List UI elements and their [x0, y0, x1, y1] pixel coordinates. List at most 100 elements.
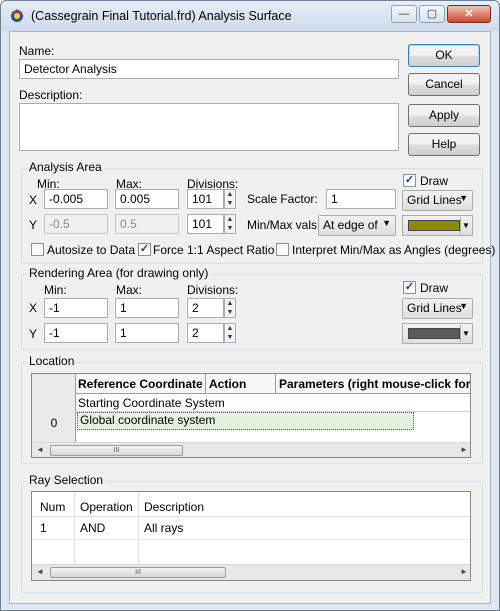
- apply-button[interactable]: Apply: [408, 104, 480, 127]
- window-title: (Cassegrain Final Tutorial.frd) Analysis…: [31, 9, 292, 23]
- rendering-y-divisions[interactable]: 2: [187, 323, 224, 343]
- rendering-grid-select[interactable]: Grid Lines ▼: [402, 298, 473, 319]
- analysis-draw-checkbox[interactable]: ✓: [403, 174, 416, 187]
- rendering-color-picker[interactable]: ▼: [402, 323, 473, 344]
- location-row-global[interactable]: Global coordinate system: [80, 413, 320, 427]
- close-button[interactable]: ✕: [447, 5, 491, 23]
- minmax-vals-select[interactable]: At edge of ▼: [318, 215, 396, 236]
- dialog-client: Name: Detector Analysis Description: OK …: [9, 31, 495, 604]
- rendering-max-label: Max:: [116, 283, 143, 297]
- analysis-x-divisions[interactable]: 101: [187, 189, 224, 209]
- spin-up-icon[interactable]: ▲: [225, 324, 235, 333]
- column-divider: [138, 492, 139, 564]
- ok-button[interactable]: OK: [408, 44, 480, 67]
- analysis-x-max[interactable]: 0.005: [115, 189, 179, 209]
- scroll-left-icon[interactable]: ◄: [34, 445, 46, 454]
- cancel-button[interactable]: Cancel: [408, 73, 480, 96]
- rendering-draw-checkbox[interactable]: ✓: [403, 281, 416, 294]
- name-label: Name:: [19, 44, 55, 58]
- chevron-down-icon: ▼: [459, 301, 468, 311]
- ray-header-description[interactable]: Description: [144, 500, 264, 514]
- rendering-y-spinner[interactable]: ▲ ▼: [224, 323, 236, 343]
- analysis-x-min[interactable]: -0.005: [44, 189, 108, 209]
- analysis-area-title: Analysis Area: [27, 160, 104, 174]
- minmax-vals-value: At edge of: [323, 218, 378, 232]
- minimize-button[interactable]: —: [391, 5, 417, 23]
- spin-down-icon[interactable]: ▼: [225, 224, 235, 233]
- description-field[interactable]: [19, 103, 399, 151]
- scroll-left-icon[interactable]: ◄: [34, 567, 46, 576]
- rendering-x-min[interactable]: -1: [44, 298, 108, 318]
- spin-up-icon[interactable]: ▲: [225, 299, 235, 308]
- chevron-down-icon: ▼: [382, 218, 391, 228]
- chevron-down-icon: ▼: [460, 217, 471, 234]
- ray-header-operation[interactable]: Operation: [80, 500, 140, 514]
- location-corner-cell: [32, 374, 76, 394]
- spin-up-icon[interactable]: ▲: [225, 215, 235, 224]
- analysis-y-min: -0.5: [44, 214, 108, 234]
- chevron-down-icon: ▼: [459, 193, 468, 203]
- ray-hscrollbar[interactable]: ◄ III ►: [32, 564, 470, 580]
- description-label: Description:: [19, 88, 83, 102]
- rendering-x-max[interactable]: 1: [115, 298, 179, 318]
- scale-factor-field[interactable]: 1: [326, 189, 396, 209]
- autosize-label: Autosize to Data: [47, 243, 136, 257]
- rendering-x-divisions[interactable]: 2: [187, 298, 224, 318]
- help-button[interactable]: Help: [408, 133, 480, 156]
- analysis-x-axis-label: X: [29, 193, 38, 207]
- spin-down-icon[interactable]: ▼: [225, 308, 235, 317]
- spin-up-icon[interactable]: ▲: [225, 190, 235, 199]
- rendering-y-max[interactable]: 1: [115, 323, 179, 343]
- location-header-parameters[interactable]: Parameters (right mouse-click for: [279, 377, 470, 391]
- interpret-angles-label: Interpret Min/Max as Angles (degrees): [292, 243, 496, 257]
- location-row-starting[interactable]: Starting Coordinate System: [78, 396, 318, 410]
- scroll-thumb[interactable]: III: [50, 567, 226, 578]
- location-header-reference[interactable]: Reference Coordinate: [78, 377, 206, 391]
- scroll-right-icon[interactable]: ►: [458, 445, 470, 454]
- minmax-vals-label: Min/Max vals:: [247, 218, 321, 232]
- app-icon: [10, 8, 24, 22]
- autosize-checkbox[interactable]: [31, 243, 44, 256]
- interpret-angles-checkbox[interactable]: [276, 243, 289, 256]
- analysis-draw-label: Draw: [420, 174, 449, 188]
- location-grid[interactable]: Reference Coordinate Action Parameters (…: [31, 373, 471, 458]
- ray-selection-title: Ray Selection: [27, 473, 106, 487]
- ray-selection-grid[interactable]: Num Operation Description 1 AND All rays…: [31, 491, 471, 581]
- maximize-button[interactable]: ▢: [419, 5, 445, 23]
- rendering-y-axis-label: Y: [29, 327, 38, 341]
- analysis-grid-select[interactable]: Grid Lines ▼: [402, 190, 473, 211]
- analysis-y-max: 0.5: [115, 214, 179, 234]
- location-hscrollbar[interactable]: ◄ III ►: [32, 442, 470, 457]
- analysis-y-divisions[interactable]: 101: [187, 214, 224, 234]
- rendering-grid-value: Grid Lines: [407, 301, 462, 315]
- ray-row-description[interactable]: All rays: [144, 521, 344, 535]
- column-divider: [205, 374, 206, 394]
- rendering-color-swatch: [408, 328, 460, 339]
- rendering-x-axis-label: X: [29, 301, 38, 315]
- ray-row-operation[interactable]: AND: [80, 521, 136, 535]
- force-aspect-label: Force 1:1 Aspect Ratio: [153, 243, 275, 257]
- analysis-y-spinner[interactable]: ▲ ▼: [224, 214, 236, 234]
- title-bar[interactable]: (Cassegrain Final Tutorial.frd) Analysis…: [1, 1, 499, 31]
- spin-down-icon[interactable]: ▼: [225, 333, 235, 342]
- location-row-number: 0: [50, 416, 58, 430]
- analysis-color-swatch: [408, 220, 460, 231]
- spin-down-icon[interactable]: ▼: [225, 199, 235, 208]
- rendering-y-min[interactable]: -1: [44, 323, 108, 343]
- location-title: Location: [27, 354, 77, 368]
- rendering-min-label: Min:: [44, 283, 67, 297]
- column-divider: [275, 374, 276, 394]
- analysis-y-axis-label: Y: [29, 218, 38, 232]
- force-aspect-checkbox[interactable]: ✓: [138, 243, 151, 256]
- row-divider: [32, 539, 470, 540]
- scroll-thumb[interactable]: III: [50, 445, 183, 456]
- ray-row-num[interactable]: 1: [40, 521, 70, 535]
- rendering-x-spinner[interactable]: ▲ ▼: [224, 298, 236, 318]
- analysis-color-picker[interactable]: ▼: [402, 215, 473, 236]
- scroll-right-icon[interactable]: ►: [458, 567, 470, 576]
- name-field[interactable]: Detector Analysis: [19, 59, 399, 79]
- chevron-down-icon: ▼: [460, 325, 471, 342]
- analysis-x-spinner[interactable]: ▲ ▼: [224, 189, 236, 209]
- analysis-surface-window: (Cassegrain Final Tutorial.frd) Analysis…: [0, 0, 500, 611]
- location-header-action[interactable]: Action: [209, 377, 273, 391]
